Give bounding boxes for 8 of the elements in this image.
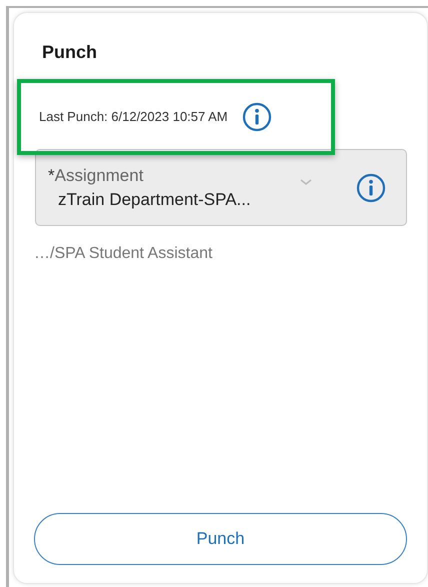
last-punch-text: Last Punch: 6/12/2023 10:57 AM	[39, 108, 228, 126]
assignment-path: …/SPA Student Assistant	[34, 244, 212, 264]
card-title: Punch	[42, 43, 98, 61]
info-icon[interactable]	[242, 102, 272, 132]
punch-button[interactable]: Punch	[34, 513, 407, 565]
field-value: zTrain Department-SPA...	[58, 188, 252, 210]
chevron-down-icon	[300, 179, 312, 186]
field-label: *Assignment	[48, 165, 144, 186]
